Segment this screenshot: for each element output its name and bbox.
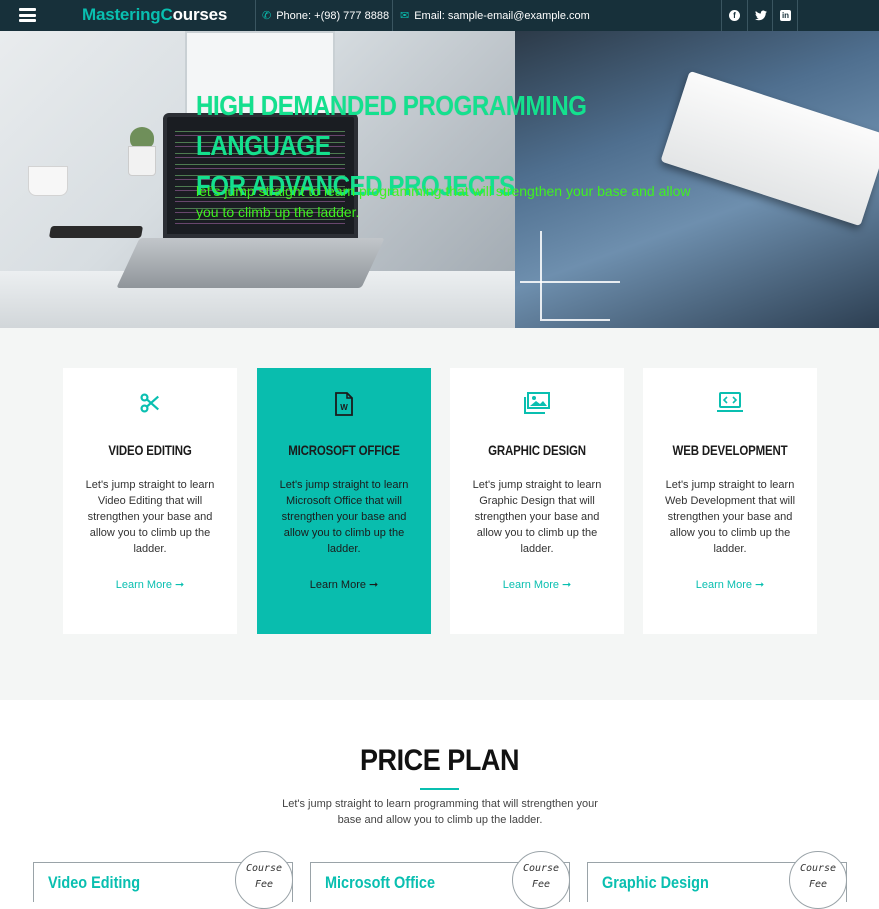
hero-title-line-1: HIGH DEMANDED PROGRAMMING LANGUAGE — [196, 90, 587, 161]
divider — [797, 0, 798, 31]
phone-decoration — [48, 226, 144, 238]
word-file-icon: W — [257, 392, 431, 416]
card-title: MICROSOFT OFFICE — [288, 442, 400, 458]
email-contact[interactable]: ✉ Email: sample-email@example.com — [400, 9, 590, 23]
fee-line-2: Fee — [254, 879, 274, 890]
brand-part-2: C — [160, 5, 173, 24]
top-navbar: MasteringCourses ✆ Phone: +(98) 777 8888… — [0, 0, 879, 31]
divider — [392, 0, 393, 31]
services-section: VIDEO EDITING Let's jump straight to lea… — [0, 328, 879, 700]
card-text: Let's jump straight to learn Microsoft O… — [279, 479, 409, 555]
hamburger-menu-icon[interactable] — [19, 8, 36, 22]
card-title: VIDEO EDITING — [108, 442, 192, 458]
email-label: Email: sample-email@example.com — [414, 9, 590, 22]
hero-subtitle: let's jump straight to learn programming… — [196, 183, 691, 220]
section-subtitle: Let's jump straight to learn programming… — [282, 798, 598, 826]
card-title: WEB DEVELOPMENT — [672, 442, 788, 458]
service-card-graphic-design[interactable]: GRAPHIC DESIGN Let's jump straight to le… — [450, 368, 624, 634]
plan-name: Video Editing — [48, 873, 141, 892]
course-fee-badge: Course Fee — [235, 851, 293, 909]
plan-card-graphic-design[interactable]: Graphic Design Course Fee — [587, 851, 847, 909]
facebook-link[interactable]: f — [722, 0, 747, 31]
title-underline — [420, 788, 459, 790]
fee-line-1: Course — [245, 863, 283, 874]
learn-more-link[interactable]: Learn More ➞ — [63, 578, 237, 591]
price-plan-section: PRICE PLAN Let's jump straight to learn … — [0, 700, 879, 909]
fee-line-1: Course — [799, 863, 837, 874]
plan-card-video-editing[interactable]: Video Editing Course Fee — [33, 851, 293, 909]
chalk-graph-decoration — [540, 231, 610, 321]
envelope-icon: ✉ — [400, 10, 410, 22]
learn-more-label: Learn More — [309, 579, 366, 591]
twitter-link[interactable] — [748, 0, 773, 31]
fee-line-2: Fee — [531, 879, 551, 890]
laptop-code-icon — [643, 392, 817, 416]
learn-more-link[interactable]: Learn More ➞ — [450, 578, 624, 591]
arrow-right-icon: ➞ — [755, 579, 765, 591]
laptop-base-decoration — [116, 238, 385, 288]
brand-logo[interactable]: MasteringCourses — [82, 5, 227, 25]
service-card-video-editing[interactable]: VIDEO EDITING Let's jump straight to lea… — [63, 368, 237, 634]
fee-line-2: Fee — [808, 879, 828, 890]
learn-more-label: Learn More — [695, 579, 752, 591]
hero-banner: HIGH DEMANDED PROGRAMMING LANGUAGE FOR A… — [0, 31, 879, 328]
plan-name: Graphic Design — [602, 873, 709, 892]
phone-contact[interactable]: ✆ Phone: +(98) 777 8888 — [262, 9, 390, 23]
brand-part-1: Mastering — [82, 5, 161, 24]
scissors-icon — [63, 392, 237, 416]
service-card-microsoft-office[interactable]: W MICROSOFT OFFICE Let's jump straight t… — [257, 368, 431, 634]
learn-more-label: Learn More — [502, 579, 559, 591]
divider — [255, 0, 256, 31]
card-text: Let's jump straight to learn Video Editi… — [85, 479, 215, 555]
twitter-icon — [754, 10, 767, 21]
arrow-right-icon: ➞ — [562, 579, 572, 591]
learn-more-link[interactable]: Learn More ➞ — [643, 578, 817, 591]
course-fee-badge: Course Fee — [789, 851, 847, 909]
facebook-icon: f — [729, 10, 740, 21]
phone-icon: ✆ — [262, 10, 272, 22]
phone-label: Phone: +(98) 777 8888 — [276, 9, 390, 22]
plan-card-microsoft-office[interactable]: Microsoft Office Course Fee — [310, 851, 570, 909]
card-text: Let's jump straight to learn Graphic Des… — [472, 479, 602, 555]
linkedin-link[interactable]: in — [773, 0, 798, 31]
card-text: Let's jump straight to learn Web Develop… — [664, 479, 796, 555]
chalk-axis-decoration — [520, 281, 620, 283]
arrow-right-icon: ➞ — [369, 579, 379, 591]
plan-name: Microsoft Office — [325, 873, 435, 892]
fee-line-1: Course — [522, 863, 560, 874]
section-title: PRICE PLAN — [359, 744, 520, 777]
pot-decoration — [128, 146, 156, 176]
learn-more-link[interactable]: Learn More ➞ — [257, 578, 431, 591]
service-card-web-development[interactable]: WEB DEVELOPMENT Let's jump straight to l… — [643, 368, 817, 634]
card-title: GRAPHIC DESIGN — [488, 442, 586, 458]
brand-part-3: ourses — [172, 5, 228, 24]
svg-text:W: W — [340, 403, 348, 412]
linkedin-icon: in — [780, 10, 791, 21]
learn-more-label: Learn More — [115, 579, 172, 591]
arrow-right-icon: ➞ — [175, 579, 185, 591]
images-icon — [450, 392, 624, 416]
mug-decoration — [28, 166, 68, 196]
course-fee-badge: Course Fee — [512, 851, 570, 909]
